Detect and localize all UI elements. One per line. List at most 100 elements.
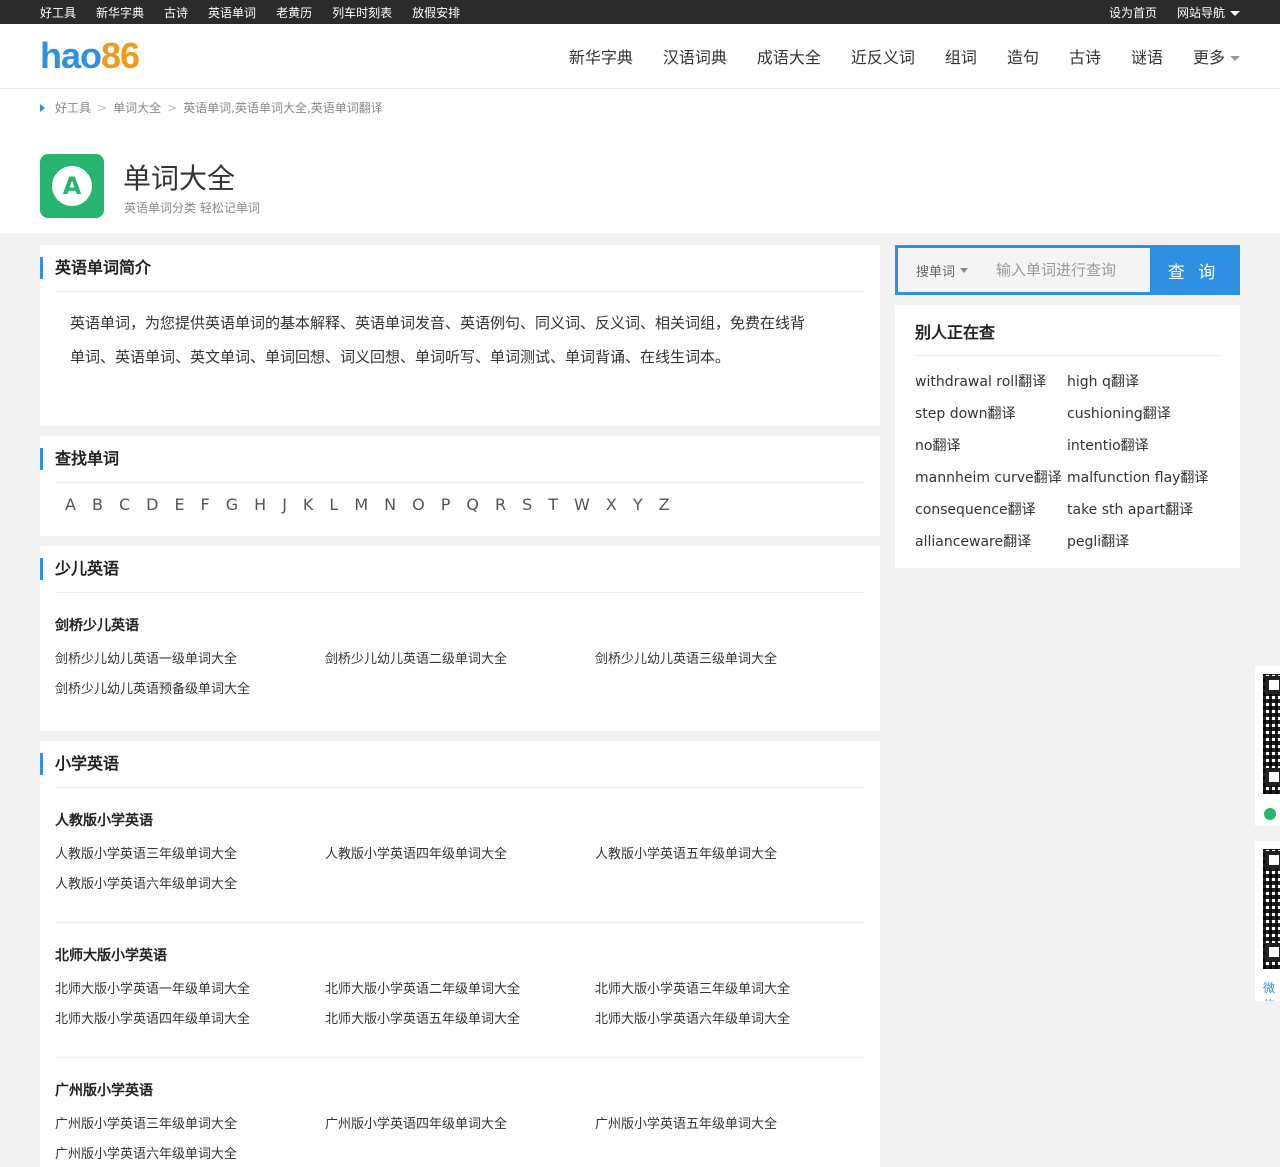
group-title: 北师大版小学英语 xyxy=(55,948,167,964)
letter-link[interactable]: B xyxy=(92,495,103,514)
group-title: 剑桥少儿英语 xyxy=(55,618,139,634)
chevron-down-icon xyxy=(1230,56,1240,61)
letter-link[interactable]: G xyxy=(226,495,238,514)
page-subtitle: 英语单词分类 轻松记单词 xyxy=(124,201,260,215)
recent-search-link[interactable]: take sth apart翻译 xyxy=(1067,494,1219,526)
qr-finder xyxy=(1265,768,1280,786)
recent-search-link[interactable]: no翻译 xyxy=(915,430,1067,462)
site-nav-label: 网站导航 xyxy=(1176,5,1225,20)
word-list-link[interactable]: 人教版小学英语五年级单词大全 xyxy=(595,840,865,870)
recent-search-link[interactable]: pegli翻译 xyxy=(1067,526,1219,558)
word-list-link[interactable]: 北师大版小学英语五年级单词大全 xyxy=(325,1005,595,1035)
word-list-link[interactable]: 北师大版小学英语一年级单词大全 xyxy=(55,975,325,1005)
nav-more-label: 更多 xyxy=(1192,48,1225,67)
letter-link[interactable]: Q xyxy=(466,495,479,514)
letter-link[interactable]: E xyxy=(174,495,184,514)
top-bar: 好工具 新华字典 古诗 英语单词 老黄历 列车时刻表 放假安排 设为首页 网站导… xyxy=(0,0,1280,24)
letter-link[interactable]: Y xyxy=(633,495,643,514)
word-list-link[interactable]: 北师大版小学英语四年级单词大全 xyxy=(55,1005,325,1035)
letter-link[interactable]: S xyxy=(522,495,532,514)
qr-code-floater[interactable] xyxy=(1255,666,1280,826)
letter-link[interactable]: T xyxy=(548,495,558,514)
nav-item[interactable]: 近反义词 xyxy=(851,44,915,68)
word-list: 广州版小学英语三年级单词大全 广州版小学英语四年级单词大全 广州版小学英语五年级… xyxy=(55,1110,865,1167)
top-link[interactable]: 好工具 xyxy=(40,4,76,21)
letter-link[interactable]: K xyxy=(303,495,314,514)
section-heading: 英语单词简介 xyxy=(40,257,865,279)
logo-text-b: 86 xyxy=(101,35,140,76)
intro-text: 英语单词，为您提供英语单词的基本解释、英语单词发音、英语例句、同义词、反义词、相… xyxy=(70,314,806,366)
recent-search-link[interactable]: malfunction flay翻译 xyxy=(1067,462,1219,494)
nav-item[interactable]: 组词 xyxy=(945,44,977,68)
top-links: 好工具 新华字典 古诗 英语单词 老黄历 列车时刻表 放假安排 xyxy=(40,4,480,21)
top-link[interactable]: 新华字典 xyxy=(96,4,144,21)
letter-link[interactable]: M xyxy=(354,495,368,514)
letter-link[interactable]: L xyxy=(329,495,338,514)
recent-search-link[interactable]: step down翻译 xyxy=(915,398,1067,430)
site-logo[interactable]: hao86 xyxy=(40,35,140,77)
letter-link[interactable]: F xyxy=(201,495,210,514)
word-list-link[interactable]: 北师大版小学英语三年级单词大全 xyxy=(595,975,865,1005)
top-link[interactable]: 放假安排 xyxy=(412,4,460,21)
word-list-link[interactable]: 广州版小学英语四年级单词大全 xyxy=(325,1110,595,1140)
word-list-link[interactable]: 剑桥少儿幼儿英语二级单词大全 xyxy=(325,645,595,675)
letter-link[interactable]: X xyxy=(606,495,617,514)
word-list-link[interactable]: 剑桥少儿幼儿英语预备级单词大全 xyxy=(55,675,325,705)
section-heading: 小学英语 xyxy=(40,753,865,775)
letter-link[interactable]: N xyxy=(384,495,396,514)
recent-search-link[interactable]: mannheim curve翻译 xyxy=(915,462,1067,494)
main-nav: 新华字典 汉语词典 成语大全 近反义词 组词 造句 古诗 谜语 更多 xyxy=(539,44,1240,68)
recent-search-link[interactable]: consequence翻译 xyxy=(915,494,1067,526)
recent-search-link[interactable]: high q翻译 xyxy=(1067,366,1219,398)
recent-search-link[interactable]: allianceware翻译 xyxy=(915,526,1067,558)
nav-item[interactable]: 谜语 xyxy=(1131,44,1163,68)
word-list-link[interactable]: 剑桥少儿幼儿英语三级单词大全 xyxy=(595,645,865,675)
nav-item[interactable]: 古诗 xyxy=(1069,44,1101,68)
breadcrumb-item[interactable]: 好工具 xyxy=(55,99,91,116)
letter-link[interactable]: R xyxy=(495,495,506,514)
letter-link[interactable]: P xyxy=(441,495,451,514)
word-list-link[interactable]: 人教版小学英语六年级单词大全 xyxy=(55,870,325,900)
search-button[interactable]: 查 询 xyxy=(1150,248,1237,292)
top-link[interactable]: 老黄历 xyxy=(276,4,312,21)
top-link[interactable]: 英语单词 xyxy=(208,4,256,21)
top-link[interactable]: 列车时刻表 xyxy=(332,4,392,21)
qr-finder xyxy=(1265,676,1280,694)
word-list-link[interactable]: 广州版小学英语三年级单词大全 xyxy=(55,1110,325,1140)
nav-item[interactable]: 造句 xyxy=(1007,44,1039,68)
nav-item[interactable]: 新华字典 xyxy=(569,44,633,68)
word-list-link[interactable]: 北师大版小学英语二年级单词大全 xyxy=(325,975,595,1005)
breadcrumb-separator: > xyxy=(167,100,178,115)
letter-link[interactable]: D xyxy=(146,495,158,514)
section-heading: 查找单词 xyxy=(40,448,865,470)
letter-link[interactable]: O xyxy=(412,495,425,514)
word-list-link[interactable]: 北师大版小学英语六年级单词大全 xyxy=(595,1005,865,1035)
letter-link[interactable]: J xyxy=(282,495,287,514)
nav-more[interactable]: 更多 xyxy=(1193,44,1240,68)
word-list-link[interactable]: 剑桥少儿幼儿英语一级单词大全 xyxy=(55,645,325,675)
letter-link[interactable]: A xyxy=(65,495,76,514)
recent-search-link[interactable]: withdrawal roll翻译 xyxy=(915,366,1067,398)
letter-link[interactable]: C xyxy=(119,495,130,514)
word-list-link[interactable]: 人教版小学英语四年级单词大全 xyxy=(325,840,595,870)
set-home-link[interactable]: 设为首页 xyxy=(1109,4,1157,21)
word-list-link[interactable]: 广州版小学英语六年级单词大全 xyxy=(55,1140,325,1167)
divider xyxy=(55,922,865,923)
top-link[interactable]: 古诗 xyxy=(164,4,188,21)
letter-link[interactable]: W xyxy=(574,495,590,514)
letter-link[interactable]: Z xyxy=(659,495,670,514)
search-type-select[interactable]: 搜单词 xyxy=(898,248,986,292)
search-input[interactable] xyxy=(986,248,1150,292)
nav-item[interactable]: 成语大全 xyxy=(757,44,821,68)
app-icon: A xyxy=(40,154,104,218)
site-nav-menu[interactable]: 网站导航 xyxy=(1177,4,1240,21)
word-list-link[interactable]: 广州版小学英语五年级单词大全 xyxy=(595,1110,865,1140)
recent-search-link[interactable]: intentio翻译 xyxy=(1067,430,1219,462)
nav-item[interactable]: 汉语词典 xyxy=(663,44,727,68)
breadcrumb-item[interactable]: 单词大全 xyxy=(113,99,161,116)
recent-search-link[interactable]: cushioning翻译 xyxy=(1067,398,1219,430)
letter-link[interactable]: H xyxy=(254,495,266,514)
word-list-link[interactable]: 人教版小学英语三年级单词大全 xyxy=(55,840,325,870)
qr-code-floater[interactable]: 微信 xyxy=(1255,841,1280,1001)
recent-searches: 别人正在查 withdrawal roll翻译 high q翻译 step down… xyxy=(895,305,1240,568)
